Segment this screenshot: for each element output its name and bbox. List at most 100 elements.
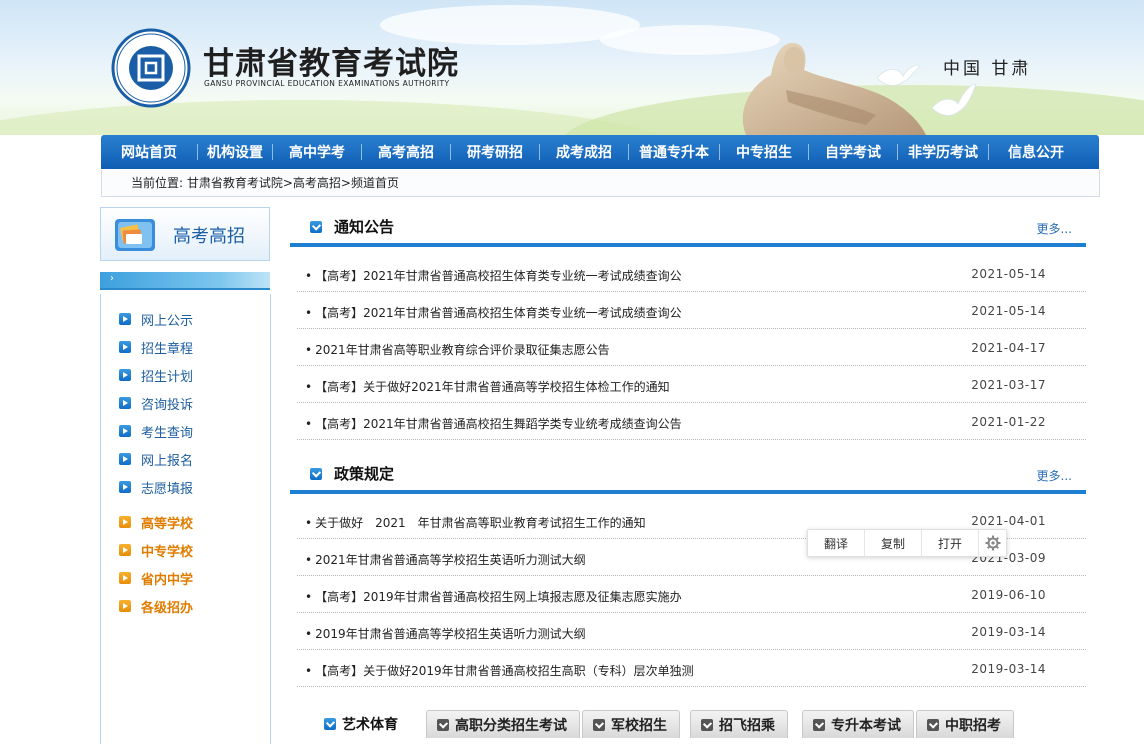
notice-link[interactable]: 【高考】2021年甘肃省普通高校招生体育类专业统一考试成绩查询公 <box>305 267 682 284</box>
arrow-bullet-icon <box>119 516 131 528</box>
sidebar-item-label: 高等学校 <box>141 516 194 532</box>
nav-item-high-school-exam[interactable]: 高中学考 <box>273 142 361 162</box>
category-tabs: 艺术体育 高职分类招生考试 军校招生 招飞招乘 专升本考试 中职招考 <box>290 707 1110 738</box>
policy-link[interactable]: 关于做好 2021 年甘肃省高等职业教育考试招生工作的通知 <box>305 514 646 531</box>
nav-item-graduate-exam[interactable]: 研考研招 <box>451 142 539 162</box>
notice-link[interactable]: 【高考】关于做好2021年甘肃省普通高等学校招生体检工作的通知 <box>305 378 670 395</box>
policy-date: 2019-03-14 <box>971 625 1046 639</box>
notice-link[interactable]: 【高考】2021年甘肃省普通高校招生体育类专业统一考试成绩查询公 <box>305 304 682 321</box>
nav-item-self-study[interactable]: 自学考试 <box>809 142 897 162</box>
nav-item-non-degree[interactable]: 非学历考试 <box>898 142 988 162</box>
sidebar-title: 高考高招 <box>173 226 245 247</box>
policies-title: 政策规定 <box>334 465 395 483</box>
copy-button[interactable]: 复制 <box>865 535 921 552</box>
breadcrumb-text[interactable]: 当前位置: 甘肃省教育考试院>高考高招>频道首页 <box>131 170 399 196</box>
tab-check-icon <box>927 718 939 731</box>
notice-date: 2021-05-14 <box>971 304 1046 318</box>
sidebar-item-application[interactable]: 志愿填报 <box>119 478 193 497</box>
site-logo-icon[interactable] <box>111 28 191 108</box>
nav-item-organization[interactable]: 机构设置 <box>198 142 272 162</box>
tab-label: 军校招生 <box>611 717 667 734</box>
sidebar-item-secondary-schools[interactable]: 中专学校 <box>119 541 194 560</box>
sidebar-item-public-notice[interactable]: 网上公示 <box>119 310 193 329</box>
translate-button[interactable]: 翻译 <box>808 535 864 552</box>
region-label: 中国 甘肃 <box>943 59 1032 79</box>
sidebar-item-label: 招生章程 <box>141 341 194 357</box>
table-row: 2019年甘肃省普通高等学校招生英语听力测试大纲 2019-03-14 <box>297 614 1086 650</box>
sidebar-item-label: 招生计划 <box>141 369 194 385</box>
sidebar-item-admission-offices[interactable]: 各级招办 <box>119 597 194 616</box>
tab-check-icon <box>437 718 449 731</box>
nav-item-home[interactable]: 网站首页 <box>101 142 197 162</box>
sidebar-item-provincial-high-schools[interactable]: 省内中学 <box>119 569 194 588</box>
tab-label: 中职招考 <box>945 717 1001 734</box>
sidebar-title-box: 高考高招 <box>100 207 270 261</box>
notice-date: 2021-03-17 <box>971 378 1046 392</box>
tab-label: 专升本考试 <box>831 717 901 734</box>
sidebar-links: 网上公示 招生章程 招生计划 咨询投诉 考生查询 网上报名 志愿填报 高等学校 … <box>100 294 271 744</box>
sidebar-item-registration[interactable]: 网上报名 <box>119 450 194 469</box>
tab-check-icon <box>813 718 825 731</box>
sidebar-item-label: 中专学校 <box>141 544 194 560</box>
sidebar-item-complaint[interactable]: 咨询投诉 <box>119 394 194 413</box>
tab-label: 招飞招乘 <box>719 717 775 734</box>
nav-item-upgrade-bachelor[interactable]: 普通专升本 <box>629 142 719 162</box>
sidebar-item-label: 考生查询 <box>141 425 194 441</box>
notice-date: 2021-05-14 <box>971 267 1046 281</box>
nav-item-gaokao[interactable]: 高考高招 <box>362 142 450 162</box>
policy-date: 2019-06-10 <box>971 588 1046 602</box>
open-button[interactable]: 打开 <box>922 535 978 552</box>
sidebar-item-label: 网上报名 <box>141 453 194 469</box>
table-row: 【高考】2021年甘肃省普通高校招生舞蹈学类专业统考成绩查询公告 2021-01… <box>297 404 1086 440</box>
policy-date: 2019-03-14 <box>971 662 1046 676</box>
gear-icon[interactable] <box>985 535 1001 551</box>
policy-link[interactable]: 2019年甘肃省普通高等学校招生英语听力测试大纲 <box>305 625 586 642</box>
arrow-bullet-icon <box>119 341 131 353</box>
nav-item-adult-exam[interactable]: 成考成招 <box>540 142 628 162</box>
table-row: 【高考】2021年甘肃省普通高校招生体育类专业统一考试成绩查询公 2021-05… <box>297 256 1086 292</box>
table-row: 【高考】关于做好2019年甘肃省普通高校招生高职（专科）层次单独测 2019-0… <box>297 651 1086 687</box>
arrow-bullet-icon <box>119 313 131 325</box>
notice-date: 2021-01-22 <box>971 415 1046 429</box>
sidebar-header-bar: › <box>100 272 270 290</box>
sidebar-item-label: 省内中学 <box>141 572 194 588</box>
policy-link[interactable]: 【高考】关于做好2019年甘肃省普通高校招生高职（专科）层次单独测 <box>305 662 694 679</box>
site-title-en: GANSU PROVINCIAL EDUCATION EXAMINATIONS … <box>204 79 450 88</box>
notices-header: 通知公告 更多... <box>290 214 1086 244</box>
table-row: 【高考】关于做好2021年甘肃省普通高等学校招生体检工作的通知 2021-03-… <box>297 367 1086 403</box>
notices-divider <box>290 243 1086 247</box>
policies-header: 政策规定 更多... <box>290 461 1086 491</box>
tab-check-icon <box>324 718 336 730</box>
policy-date: 2021-04-01 <box>971 514 1046 528</box>
nav-item-vocational-enroll[interactable]: 中专招生 <box>720 142 808 162</box>
site-title: 甘肃省教育考试院 <box>203 46 459 82</box>
sidebar-item-label: 各级招办 <box>141 600 194 616</box>
arrow-bullet-icon <box>119 544 131 556</box>
card-icon <box>115 219 155 251</box>
notices-more-link[interactable]: 更多... <box>1037 220 1072 237</box>
arrow-bullet-icon <box>119 572 131 584</box>
policies-more-link[interactable]: 更多... <box>1037 467 1072 484</box>
sidebar-item-label: 咨询投诉 <box>141 397 194 413</box>
notice-link[interactable]: 【高考】2021年甘肃省普通高校招生舞蹈学类专业统考成绩查询公告 <box>305 415 682 432</box>
tab-label: 高职分类招生考试 <box>455 717 567 734</box>
tab-label: 艺术体育 <box>342 717 398 733</box>
notice-link[interactable]: 2021年甘肃省高等职业教育综合评价录取征集志愿公告 <box>305 341 610 358</box>
sidebar-item-query[interactable]: 考生查询 <box>119 422 194 441</box>
dove-icon <box>931 83 977 116</box>
policy-link[interactable]: 【高考】2019年甘肃省普通高校招生网上填报志愿及征集志愿实施办 <box>305 588 682 605</box>
policy-link[interactable]: 2021年甘肃省普通高等学校招生英语听力测试大纲 <box>305 551 586 568</box>
sidebar-item-plan[interactable]: 招生计划 <box>119 366 194 385</box>
tab-check-icon <box>593 718 605 731</box>
chevron-right-icon: › <box>110 273 114 284</box>
sidebar-item-universities[interactable]: 高等学校 <box>119 513 194 532</box>
nav-item-info-disclosure[interactable]: 信息公开 <box>989 142 1083 162</box>
site-header: 甘肃省教育考试院 GANSU PROVINCIAL EDUCATION EXAM… <box>0 0 1144 135</box>
dove-icon <box>876 64 921 86</box>
arrow-bullet-icon <box>119 397 131 409</box>
table-row: 2021年甘肃省高等职业教育综合评价录取征集志愿公告 2021-04-17 <box>297 330 1086 366</box>
arrow-bullet-icon <box>119 453 131 465</box>
notices-title: 通知公告 <box>334 218 395 236</box>
arrow-bullet-icon <box>119 481 131 493</box>
sidebar-item-charter[interactable]: 招生章程 <box>119 338 194 357</box>
